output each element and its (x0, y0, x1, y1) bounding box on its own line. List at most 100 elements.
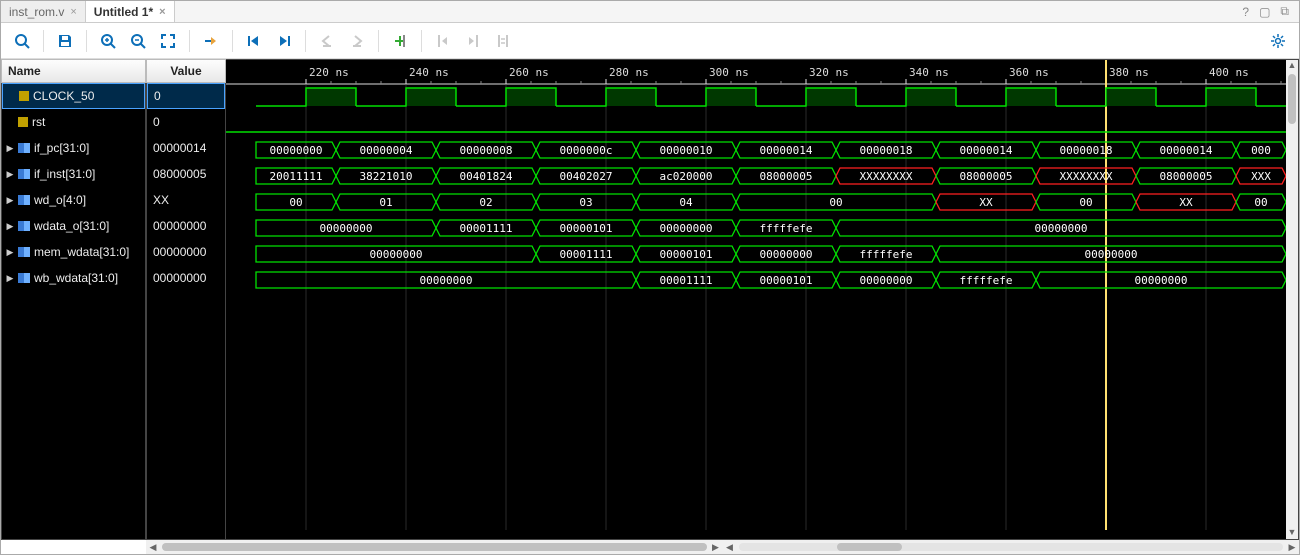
save-icon[interactable] (52, 28, 78, 54)
svg-text:00000014: 00000014 (1160, 144, 1213, 157)
signal-row[interactable]: ▶ wb_wdata[31:0] (2, 265, 145, 291)
signal-row[interactable]: ▶ if_inst[31:0] (2, 161, 145, 187)
svg-text:00401824: 00401824 (460, 170, 513, 183)
signal-value-cell[interactable]: 0 (147, 83, 225, 109)
signal-row[interactable]: ▶mem_wdata[31:0] (2, 239, 145, 265)
close-icon[interactable]: × (159, 6, 165, 18)
svg-text:400 ns: 400 ns (1209, 66, 1249, 79)
svg-text:38221010: 38221010 (360, 170, 413, 183)
svg-text:0000000c: 0000000c (560, 144, 613, 157)
svg-text:00: 00 (289, 196, 302, 209)
signal-value-cell[interactable]: 00000000 (147, 265, 225, 291)
signal-row[interactable]: rst (2, 109, 145, 135)
bit-signal-icon (19, 91, 29, 101)
next-marker-icon[interactable] (460, 28, 486, 54)
value-column-header[interactable]: Value (146, 59, 226, 83)
prev-transition-icon[interactable] (314, 28, 340, 54)
tab-bar: inst_rom.v× Untitled 1* × ? ▢ ⧉ (1, 1, 1299, 23)
go-last-icon[interactable] (271, 28, 297, 54)
svg-text:XXX: XXX (1251, 170, 1271, 183)
svg-text:20011111: 20011111 (270, 170, 323, 183)
tab-1[interactable]: Untitled 1* × (86, 1, 175, 22)
waveform-h-scrollbar[interactable]: ◀▶ (723, 540, 1300, 554)
svg-text:00000101: 00000101 (760, 274, 813, 287)
svg-text:280 ns: 280 ns (609, 66, 649, 79)
svg-text:00001111: 00001111 (660, 274, 713, 287)
search-icon[interactable] (9, 28, 35, 54)
svg-text:00000014: 00000014 (960, 144, 1013, 157)
svg-text:00000014: 00000014 (760, 144, 813, 157)
svg-text:00000018: 00000018 (1060, 144, 1113, 157)
name-column-header[interactable]: Name (1, 59, 146, 83)
svg-text:300 ns: 300 ns (709, 66, 749, 79)
close-icon[interactable]: × (70, 6, 76, 18)
svg-text:220 ns: 220 ns (309, 66, 349, 79)
svg-text:XX: XX (979, 196, 993, 209)
svg-text:02: 02 (479, 196, 492, 209)
svg-text:00000010: 00000010 (660, 144, 713, 157)
svg-text:XX: XX (1179, 196, 1193, 209)
signal-value-cell[interactable]: XX (147, 187, 225, 213)
svg-text:XXXXXXXX: XXXXXXXX (1060, 170, 1113, 183)
svg-text:320 ns: 320 ns (809, 66, 849, 79)
vertical-scrollbar[interactable]: ▲ ▼ (1286, 60, 1298, 539)
bus-signal-icon (18, 221, 30, 231)
svg-text:360 ns: 360 ns (1009, 66, 1049, 79)
svg-text:00000000: 00000000 (660, 222, 713, 235)
zoom-fit-icon[interactable] (155, 28, 181, 54)
chevron-right-icon[interactable]: ▶ (6, 221, 14, 232)
names-h-scrollbar[interactable]: ◀▶ (146, 540, 723, 554)
restore-icon[interactable]: ⧉ (1280, 4, 1289, 19)
go-to-cursor-icon[interactable] (198, 28, 224, 54)
chevron-right-icon[interactable]: ▶ (6, 195, 14, 206)
swap-markers-icon[interactable] (490, 28, 516, 54)
bus-signal-icon (18, 273, 30, 283)
settings-icon[interactable] (1265, 28, 1291, 54)
zoom-in-icon[interactable] (95, 28, 121, 54)
tab-label: Untitled 1* (94, 5, 153, 19)
svg-text:00001111: 00001111 (460, 222, 513, 235)
svg-text:380 ns: 380 ns (1109, 66, 1149, 79)
signal-values-panel: Value 000000001408000005XX00000000000000… (146, 59, 226, 540)
signal-value-cell[interactable]: 00000000 (147, 213, 225, 239)
svg-text:fffffefe: fffffefe (860, 248, 913, 261)
next-transition-icon[interactable] (344, 28, 370, 54)
signal-value-cell[interactable]: 00000000 (147, 239, 225, 265)
signal-value-cell[interactable]: 0 (147, 109, 225, 135)
signal-row[interactable]: ▶wdata_o[31:0] (2, 213, 145, 239)
waveform-viewport[interactable]: 220 ns240 ns260 ns280 ns300 ns320 ns340 … (226, 59, 1299, 540)
svg-text:00: 00 (1079, 196, 1092, 209)
signal-row[interactable]: ▶wd_o[4:0] (2, 187, 145, 213)
svg-text:000: 000 (1251, 144, 1271, 157)
chevron-right-icon[interactable]: ▶ (6, 143, 14, 154)
chevron-right-icon[interactable]: ▶ (6, 169, 14, 180)
prev-marker-icon[interactable] (430, 28, 456, 54)
maximize-icon[interactable]: ▢ (1259, 5, 1270, 19)
bus-signal-icon (18, 143, 30, 153)
bus-signal-icon (18, 247, 30, 257)
go-first-icon[interactable] (241, 28, 267, 54)
svg-text:00000101: 00000101 (560, 222, 613, 235)
tab-0[interactable]: inst_rom.v× (1, 1, 86, 22)
bus-signal-icon (18, 169, 30, 179)
svg-text:04: 04 (679, 196, 693, 209)
chevron-right-icon[interactable]: ▶ (6, 273, 14, 284)
signal-value-cell[interactable]: 00000014 (147, 135, 225, 161)
svg-text:00: 00 (829, 196, 842, 209)
signal-value-cell[interactable]: 08000005 (147, 161, 225, 187)
zoom-out-icon[interactable] (125, 28, 151, 54)
signal-name-label: wb_wdata[31:0] (34, 271, 118, 285)
signal-row[interactable]: CLOCK_50 (2, 83, 145, 109)
chevron-right-icon[interactable]: ▶ (6, 247, 14, 258)
svg-text:ac020000: ac020000 (660, 170, 713, 183)
signal-name-label: if_inst[31:0] (34, 167, 95, 181)
svg-text:00000018: 00000018 (860, 144, 913, 157)
add-marker-icon[interactable] (387, 28, 413, 54)
svg-text:08000005: 08000005 (1160, 170, 1213, 183)
svg-text:00000000: 00000000 (860, 274, 913, 287)
svg-text:00000000: 00000000 (320, 222, 373, 235)
svg-text:00000004: 00000004 (360, 144, 413, 157)
help-icon[interactable]: ? (1242, 5, 1249, 19)
signal-row[interactable]: ▶if_pc[31:0] (2, 135, 145, 161)
signal-name-label: rst (32, 115, 45, 129)
